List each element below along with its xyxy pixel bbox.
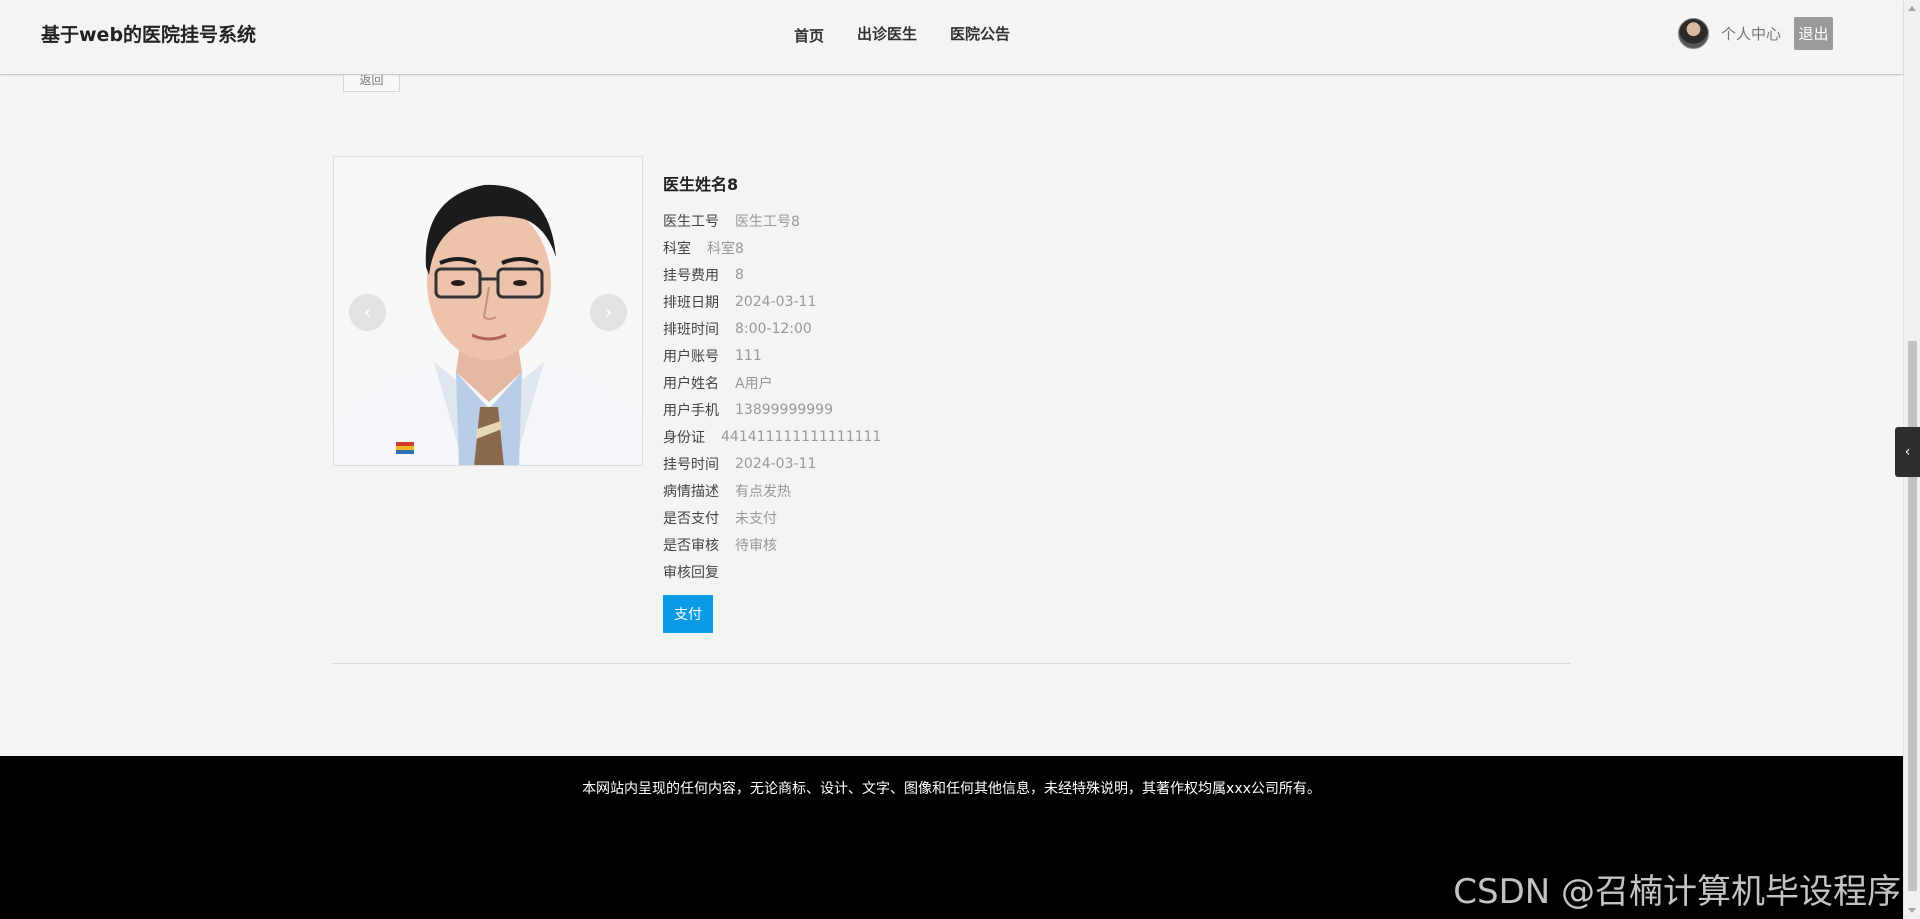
field-label: 挂号费用 <box>663 267 719 284</box>
nav-doctors[interactable]: 出诊医生 <box>857 23 917 46</box>
content-divider <box>333 663 1570 664</box>
field-row: 挂号费用 8 <box>663 261 881 288</box>
field-value: 医生工号8 <box>735 213 800 230</box>
field-value: A用户 <box>735 375 773 392</box>
field-value: 111 <box>735 347 762 364</box>
pay-button[interactable]: 支付 <box>663 595 713 633</box>
field-row: 身份证 441411111111111111 <box>663 423 881 450</box>
top-navbar: 基于web的医院挂号系统 首页 出诊医生 医院公告 个人中心 退出 <box>0 0 1903 75</box>
field-value: 2024-03-11 <box>735 455 817 472</box>
field-label: 用户姓名 <box>663 375 719 392</box>
main-nav: 首页 出诊医生 医院公告 <box>794 23 1043 46</box>
field-row: 医生工号 医生工号8 <box>663 207 881 234</box>
field-label: 审核回复 <box>663 564 719 581</box>
field-label: 科室 <box>663 240 691 257</box>
field-row: 排班日期 2024-03-11 <box>663 288 881 315</box>
appointment-detail: 医生姓名8 医生工号 医生工号8 科室 科室8 挂号费用 8 排班日期 2024… <box>663 171 881 633</box>
footer: 本网站内呈现的任何内容，无论商标、设计、文字、图像和任何其他信息，未经特殊说明，… <box>0 756 1903 919</box>
scroll-down-icon[interactable] <box>1908 908 1916 913</box>
scrollbar-thumb[interactable] <box>1908 341 1917 891</box>
field-label: 身份证 <box>663 429 705 446</box>
nav-home[interactable]: 首页 <box>794 25 824 46</box>
field-row: 用户账号 111 <box>663 342 881 369</box>
field-value: 2024-03-11 <box>735 293 817 310</box>
field-value: 8:00-12:00 <box>735 320 812 337</box>
doctor-name: 医生姓名8 <box>663 175 739 194</box>
doctor-image-carousel: ‹ › <box>333 156 643 466</box>
logout-button[interactable]: 退出 <box>1794 17 1833 50</box>
field-label: 是否审核 <box>663 537 719 554</box>
field-value: 441411111111111111 <box>721 428 882 445</box>
field-label: 用户手机 <box>663 402 719 419</box>
user-area: 个人中心 退出 <box>1677 17 1833 50</box>
field-label: 排班时间 <box>663 321 719 338</box>
field-label: 医生工号 <box>663 213 719 230</box>
field-row: 是否审核 待审核 <box>663 531 881 558</box>
field-value: 待审核 <box>735 537 777 554</box>
field-row: 挂号时间 2024-03-11 <box>663 450 881 477</box>
field-value: 未支付 <box>735 510 777 527</box>
copyright-text: 本网站内呈现的任何内容，无论商标、设计、文字、图像和任何其他信息，未经特殊说明，… <box>582 781 1321 797</box>
scroll-up-icon[interactable] <box>1908 6 1916 11</box>
field-value: 13899999999 <box>735 401 833 418</box>
carousel-next-icon[interactable]: › <box>590 294 627 331</box>
field-row: 病情描述 有点发热 <box>663 477 881 504</box>
field-row: 审核回复 <box>663 558 881 585</box>
watermark: CSDN @召楠计算机毕设程序 <box>1453 872 1901 912</box>
side-panel-toggle-icon[interactable]: ‹ <box>1895 427 1920 477</box>
field-label: 挂号时间 <box>663 456 719 473</box>
site-title[interactable]: 基于web的医院挂号系统 <box>41 20 256 47</box>
avatar[interactable] <box>1677 18 1709 49</box>
field-label: 病情描述 <box>663 483 719 500</box>
field-label: 是否支付 <box>663 510 719 527</box>
field-label: 排班日期 <box>663 294 719 311</box>
nav-announcements[interactable]: 医院公告 <box>950 23 1010 46</box>
field-value: 8 <box>735 266 744 283</box>
field-row: 科室 科室8 <box>663 234 881 261</box>
field-row: 是否支付 未支付 <box>663 504 881 531</box>
user-center-link[interactable]: 个人中心 <box>1721 23 1781 44</box>
field-value: 有点发热 <box>735 483 791 500</box>
field-row: 用户手机 13899999999 <box>663 396 881 423</box>
field-row: 用户姓名 A用户 <box>663 369 881 396</box>
carousel-prev-icon[interactable]: ‹ <box>349 294 386 331</box>
field-row: 排班时间 8:00-12:00 <box>663 315 881 342</box>
field-value: 科室8 <box>707 240 744 257</box>
field-label: 用户账号 <box>663 348 719 365</box>
